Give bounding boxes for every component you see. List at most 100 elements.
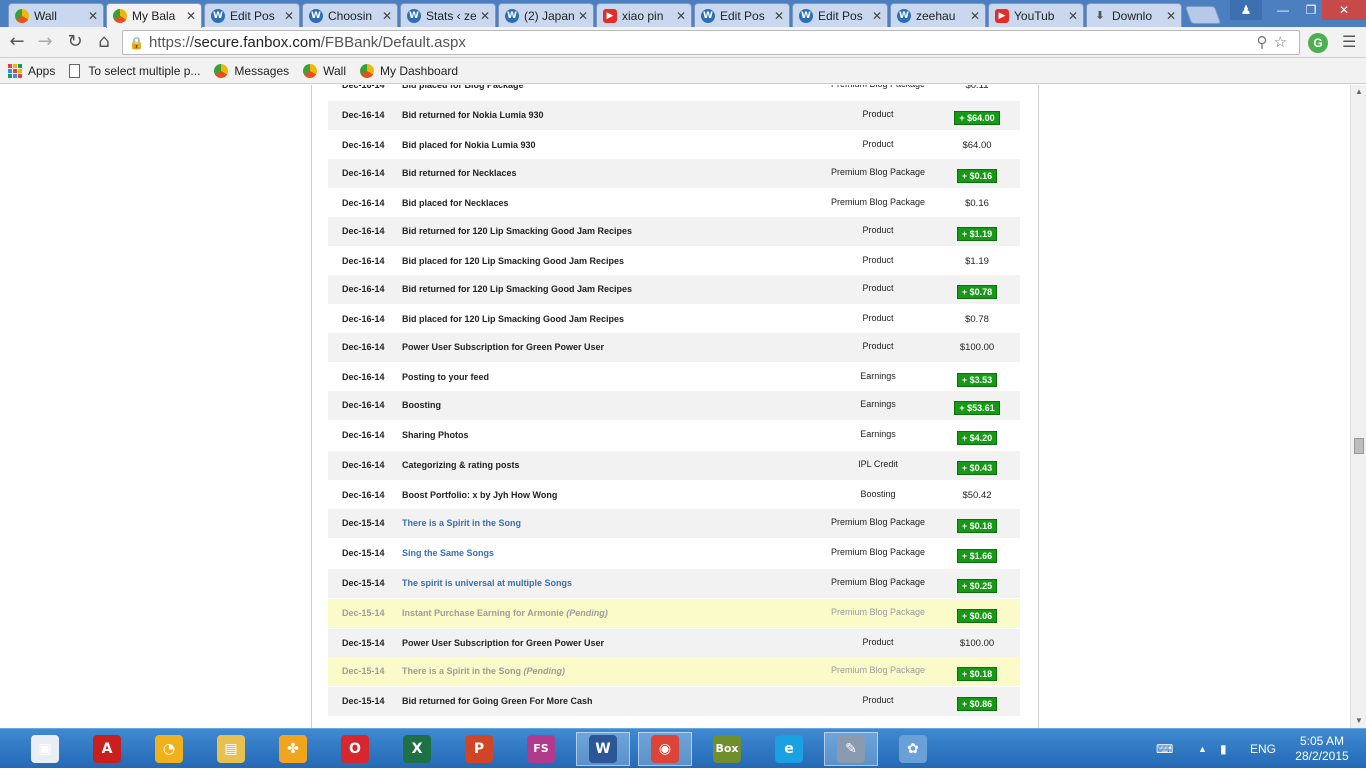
tab-close-icon[interactable]: ✕ — [1067, 9, 1079, 23]
browser-tab[interactable]: ⬇ Downlo ✕ — [1086, 3, 1182, 27]
new-tab-button[interactable] — [1184, 6, 1222, 24]
credit-badge: + $1.19 — [956, 227, 998, 241]
description-text: Boosting — [402, 400, 441, 410]
taskbar-app-button[interactable]: X — [390, 732, 444, 766]
browser-tab[interactable]: W Edit Pos ✕ — [204, 3, 300, 27]
bookmarks-bar: Apps To select multiple p... Messages Wa… — [0, 58, 1366, 84]
back-icon[interactable]: ← — [6, 31, 28, 53]
taskbar-app-button[interactable]: ✎ — [824, 732, 878, 766]
tab-close-icon[interactable]: ✕ — [773, 9, 785, 23]
tab-close-icon[interactable]: ✕ — [1165, 9, 1177, 23]
home-icon[interactable]: ⌂ — [93, 31, 115, 53]
transaction-description: Bid returned for Nokia Lumia 930 — [402, 110, 544, 120]
address-bar[interactable]: 🔒 https://secure.fanbox.com/FBBank/Defau… — [122, 30, 1300, 55]
taskbar-app-button[interactable]: ▤ — [204, 732, 258, 766]
wordpress-icon: W — [701, 8, 715, 23]
tab-close-icon[interactable]: ✕ — [871, 9, 883, 23]
transaction-description-link[interactable]: Sing the Same Songs — [402, 548, 494, 558]
description-text: Sharing Photos — [402, 430, 469, 440]
forward-icon[interactable]: → — [34, 31, 56, 53]
reload-icon[interactable]: ↻ — [64, 31, 86, 53]
omnibox-actions: ⚲☆ — [1257, 33, 1293, 51]
chrome-menu-icon[interactable]: ☰ — [1342, 32, 1356, 52]
power-icon[interactable]: ▮ — [1220, 729, 1227, 769]
tab-close-icon[interactable]: ✕ — [87, 9, 99, 23]
transaction-date: Dec-16-14 — [342, 490, 385, 500]
browser-tab[interactable]: ▶ YouTub ✕ — [988, 3, 1084, 27]
chrome-icon: ◉ — [651, 735, 679, 763]
browser-tab[interactable]: My Bala ✕ — [106, 3, 202, 28]
transaction-type: Boosting — [860, 489, 896, 499]
tab-title: (2) Japan — [524, 8, 575, 23]
transaction-amount: + $53.61 — [952, 401, 1002, 415]
browser-tab[interactable]: W Choosin ✕ — [302, 3, 398, 27]
bookmark-star-icon[interactable]: ☆ — [1274, 34, 1293, 51]
table-row: Dec-15-14 Sing the Same Songs Premium Blog… — [328, 539, 1020, 568]
tab-close-icon[interactable]: ✕ — [577, 9, 589, 23]
tab-title: Edit Pos — [818, 8, 863, 23]
bookmark-wall[interactable]: Wall — [303, 63, 346, 78]
transaction-date: Dec-15-14 — [342, 696, 385, 706]
scroll-down-icon[interactable]: ▼ — [1351, 714, 1366, 728]
system-clock[interactable]: 5:05 AM 28/2/2015 — [1282, 734, 1362, 764]
transaction-description-link[interactable]: There is a Spirit in the Song — [402, 518, 521, 528]
transaction-description-link[interactable]: The spirit is universal at multiple Song… — [402, 578, 572, 588]
amount-text: $0.78 — [965, 314, 989, 325]
vertical-scrollbar[interactable]: ▲ ▼ — [1350, 85, 1366, 728]
table-row: Dec-15-14 There is a Spirit in the Song Pr… — [328, 509, 1020, 538]
table-row: Dec-15-14 Bid returned for Going Green Fo… — [328, 687, 1020, 716]
bookmark-my-dashboard[interactable]: My Dashboard — [360, 63, 458, 78]
language-indicator[interactable]: ENG — [1250, 729, 1276, 769]
bookmark-messages[interactable]: Messages — [214, 63, 289, 78]
tab-title: Downlo — [1112, 8, 1153, 23]
browser-tab[interactable]: ▶ xiao pin ✕ — [596, 3, 692, 27]
taskbar-app-button[interactable]: P — [452, 732, 506, 766]
close-window-icon[interactable]: ✕ — [1322, 0, 1366, 20]
credit-badge: + $0.06 — [956, 609, 998, 623]
taskbar-app-button[interactable]: A — [80, 732, 134, 766]
url-text[interactable]: https://secure.fanbox.com/FBBank/Default… — [149, 34, 466, 51]
keyboard-icon[interactable]: ⌨ — [1156, 729, 1173, 769]
taskbar-app-button[interactable]: W — [576, 732, 630, 766]
scrollbar-thumb[interactable] — [1354, 438, 1364, 454]
taskbar-app-button[interactable]: ✿ — [886, 732, 940, 766]
taskbar-app-button[interactable]: ◉ — [638, 732, 692, 766]
tab-close-icon[interactable]: ✕ — [283, 9, 295, 23]
minimize-icon[interactable]: — — [1268, 0, 1298, 20]
taskbar-app-button[interactable]: O — [328, 732, 382, 766]
taskbar-app-button[interactable]: e — [762, 732, 816, 766]
tab-close-icon[interactable]: ✕ — [675, 9, 687, 23]
tab-close-icon[interactable]: ✕ — [479, 9, 491, 23]
bookmark-select-multiple[interactable]: To select multiple p... — [69, 63, 200, 78]
tab-close-icon[interactable]: ✕ — [969, 9, 981, 23]
transaction-type: Product — [862, 225, 894, 235]
taskbar-app-button[interactable]: ✤ — [266, 732, 320, 766]
browser-tab[interactable]: Wall ✕ — [8, 3, 104, 27]
transaction-date: Dec-16-14 — [342, 342, 385, 352]
transaction-description: Power User Subscription for Green Power … — [402, 342, 604, 352]
description-text: Categorizing & rating posts — [402, 460, 520, 470]
show-hidden-icons-icon[interactable]: ▲ — [1198, 729, 1207, 769]
zoom-icon[interactable]: ⚲ — [1257, 34, 1274, 51]
browser-tab[interactable]: W (2) Japan ✕ — [498, 3, 594, 27]
user-profile-icon[interactable]: ♟ — [1230, 0, 1262, 20]
grammarly-extension-icon[interactable]: G — [1308, 33, 1328, 53]
transaction-type: Premium Blog Package — [830, 577, 926, 587]
transaction-amount: + $1.66 — [952, 549, 1002, 563]
table-row: Dec-16-14 Bid placed for Necklaces Premium… — [328, 189, 1020, 218]
browser-tab[interactable]: W Stats ‹ ze ✕ — [400, 3, 496, 27]
bookmark-apps[interactable]: Apps — [8, 63, 55, 78]
taskbar-app-button[interactable]: ▣ — [18, 732, 72, 766]
taskbar-app-button[interactable]: Box — [700, 732, 754, 766]
tab-close-icon[interactable]: ✕ — [185, 9, 197, 23]
transaction-description: Categorizing & rating posts — [402, 460, 520, 470]
taskbar-app-button[interactable]: FS — [514, 732, 568, 766]
tab-close-icon[interactable]: ✕ — [381, 9, 393, 23]
browser-tab[interactable]: W Edit Pos ✕ — [694, 3, 790, 27]
transaction-amount: $0.11 — [952, 85, 1002, 91]
taskbar-app-button[interactable]: ◔ — [142, 732, 196, 766]
scroll-up-icon[interactable]: ▲ — [1351, 85, 1366, 99]
browser-tab[interactable]: W Edit Pos ✕ — [792, 3, 888, 27]
browser-tab[interactable]: Wzeehau ✕ — [890, 3, 986, 27]
transaction-date: Dec-16-14 — [342, 140, 385, 150]
